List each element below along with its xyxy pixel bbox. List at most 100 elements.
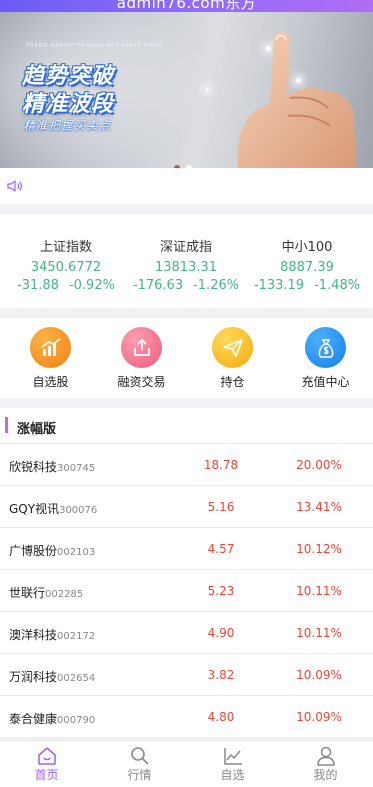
banner-title-line2: 精准波段 xyxy=(22,92,115,117)
ranking-list: 欣锐科技300745 18.78 20.00% GQY视讯300076 5.16… xyxy=(0,444,373,738)
table-row[interactable]: 世联行002285 5.23 10.11% xyxy=(0,570,373,612)
index-card-shenzhen[interactable]: 深证成指 13813.31 -176.63 -1.26% xyxy=(124,240,248,294)
tab-market[interactable]: 行情 xyxy=(93,745,186,782)
stock-percent: 13.41% xyxy=(296,500,342,514)
stock-percent: 10.12% xyxy=(296,542,342,556)
stock-name: 泰合健康 xyxy=(9,712,58,726)
stock-code: 002172 xyxy=(57,631,96,642)
app-page: admin76.com东方 TREND BREAKTHROUGH ACCURAT… xyxy=(0,0,373,787)
table-row[interactable]: 广博股份002103 4.57 10.12% xyxy=(0,528,373,570)
quick-menu: 自选股 融资交易 持仓 充值中心 xyxy=(0,318,373,398)
quick-item-label: 充值中心 xyxy=(301,375,350,389)
ranking-title: 涨幅版 xyxy=(17,422,57,437)
index-change-percent: -0.92% xyxy=(68,278,115,293)
tab-label: 首页 xyxy=(34,768,59,782)
tab-label: 行情 xyxy=(127,768,152,782)
stock-code: 002654 xyxy=(57,673,96,684)
sparkle-icon xyxy=(206,88,209,91)
index-card-sme100[interactable]: 中小100 8887.39 -133.19 -1.48% xyxy=(245,240,369,294)
table-row[interactable]: 泰合健康000790 4.80 10.09% xyxy=(0,696,373,738)
stock-code: 300745 xyxy=(57,463,96,474)
stock-name: 广博股份 xyxy=(9,544,58,558)
section-marker xyxy=(5,417,8,433)
stock-price: 4.90 xyxy=(207,626,235,640)
stock-price: 4.57 xyxy=(207,542,235,556)
tab-label: 我的 xyxy=(313,768,338,782)
stock-price: 18.78 xyxy=(203,458,239,472)
notice-bar[interactable] xyxy=(0,168,373,204)
stock-name: 澳洋科技 xyxy=(9,628,58,642)
quick-item-watchlist[interactable]: 自选股 xyxy=(4,327,97,389)
table-row[interactable]: 澳洋科技002172 4.90 10.11% xyxy=(0,612,373,654)
stock-name-cell: 世联行002285 xyxy=(9,584,83,601)
home-icon xyxy=(37,747,56,765)
market-indices: 上证指数 3450.6772 -31.88 -0.92% 深证成指 13813.3… xyxy=(0,214,373,308)
index-change-points: -31.88 xyxy=(17,278,59,293)
user-icon xyxy=(316,746,335,766)
banner-carousel[interactable]: TREND BREAKTHROUGH ACCURATE BAND 趋势突破 精准… xyxy=(0,12,373,168)
upload-arrow-icon xyxy=(121,327,162,368)
stock-price: 5.23 xyxy=(207,584,235,598)
index-change: -176.63 -1.26% xyxy=(124,278,248,294)
stock-name-cell: 欣锐科技300745 xyxy=(9,458,95,475)
index-name: 上证指数 xyxy=(39,240,92,255)
stock-code: 002103 xyxy=(57,547,96,558)
index-value: 3450.6772 xyxy=(30,260,102,275)
tab-label: 自选 xyxy=(220,768,245,782)
stock-code: 002285 xyxy=(45,589,84,600)
index-change-points: -133.19 xyxy=(253,278,305,293)
stock-name: GQY视讯 xyxy=(9,502,60,516)
stock-percent: 10.09% xyxy=(296,668,342,682)
chart-bars-icon xyxy=(30,327,71,368)
index-change: -133.19 -1.48% xyxy=(245,278,369,294)
table-row[interactable]: GQY视讯300076 5.16 13.41% xyxy=(0,486,373,528)
ranking-header: 涨幅版 xyxy=(0,408,373,444)
index-name: 中小100 xyxy=(281,240,333,255)
index-card-shanghai[interactable]: 上证指数 3450.6772 -31.88 -0.92% xyxy=(4,240,128,294)
money-bag-icon xyxy=(305,327,346,368)
stock-percent: 10.11% xyxy=(296,584,342,598)
index-value: 8887.39 xyxy=(280,260,334,275)
banner-small-text: TREND BREAKTHROUGH ACCURATE BAND xyxy=(26,43,163,49)
header-title: admin76.com东方 xyxy=(116,0,257,12)
stock-name: 欣锐科技 xyxy=(9,460,58,474)
quick-item-label: 自选股 xyxy=(32,375,69,389)
banner-subtitle: 精准把握买卖点 xyxy=(24,119,112,132)
quick-item-recharge[interactable]: 充值中心 xyxy=(279,327,372,389)
index-change-percent: -1.26% xyxy=(193,278,240,293)
index-name: 深证成指 xyxy=(159,240,212,255)
tab-profile[interactable]: 我的 xyxy=(279,745,372,782)
stock-percent: 10.09% xyxy=(296,710,342,724)
stock-percent: 10.11% xyxy=(296,626,342,640)
tab-watchlist[interactable]: 自选 xyxy=(186,745,279,782)
stock-name-cell: GQY视讯300076 xyxy=(9,500,97,517)
table-row[interactable]: 欣锐科技300745 18.78 20.00% xyxy=(0,444,373,486)
table-row[interactable]: 万润科技002654 3.82 10.09% xyxy=(0,654,373,696)
stock-name: 万润科技 xyxy=(9,670,58,684)
index-value: 13813.31 xyxy=(154,260,218,275)
index-change-percent: -1.48% xyxy=(314,278,361,293)
stock-name-cell: 泰合健康000790 xyxy=(9,710,95,727)
stock-code: 300076 xyxy=(59,505,98,516)
tab-home[interactable]: 首页 xyxy=(0,745,93,782)
pointing-hand-icon xyxy=(237,31,356,168)
quick-item-label: 融资交易 xyxy=(117,375,166,389)
stock-price: 4.80 xyxy=(207,710,235,724)
stock-price: 5.16 xyxy=(207,500,235,514)
quick-item-margin-trading[interactable]: 融资交易 xyxy=(95,327,188,389)
line-chart-icon xyxy=(223,748,242,765)
stock-percent: 20.00% xyxy=(296,458,342,472)
stock-price: 3.82 xyxy=(207,668,235,682)
search-icon xyxy=(130,747,149,765)
paper-plane-icon xyxy=(212,327,253,368)
quick-item-label: 持仓 xyxy=(220,375,245,389)
stock-name: 世联行 xyxy=(9,586,46,600)
stock-name-cell: 澳洋科技002172 xyxy=(9,626,95,643)
bottom-tab-bar: 首页 行情 自选 我的 xyxy=(0,740,373,787)
quick-item-holdings[interactable]: 持仓 xyxy=(186,327,279,389)
index-change: -31.88 -0.92% xyxy=(4,278,128,294)
top-header: admin76.com东方 xyxy=(0,0,373,12)
stock-name-cell: 万润科技002654 xyxy=(9,668,95,685)
stock-code: 000790 xyxy=(57,715,96,726)
index-change-points: -176.63 xyxy=(132,278,184,293)
